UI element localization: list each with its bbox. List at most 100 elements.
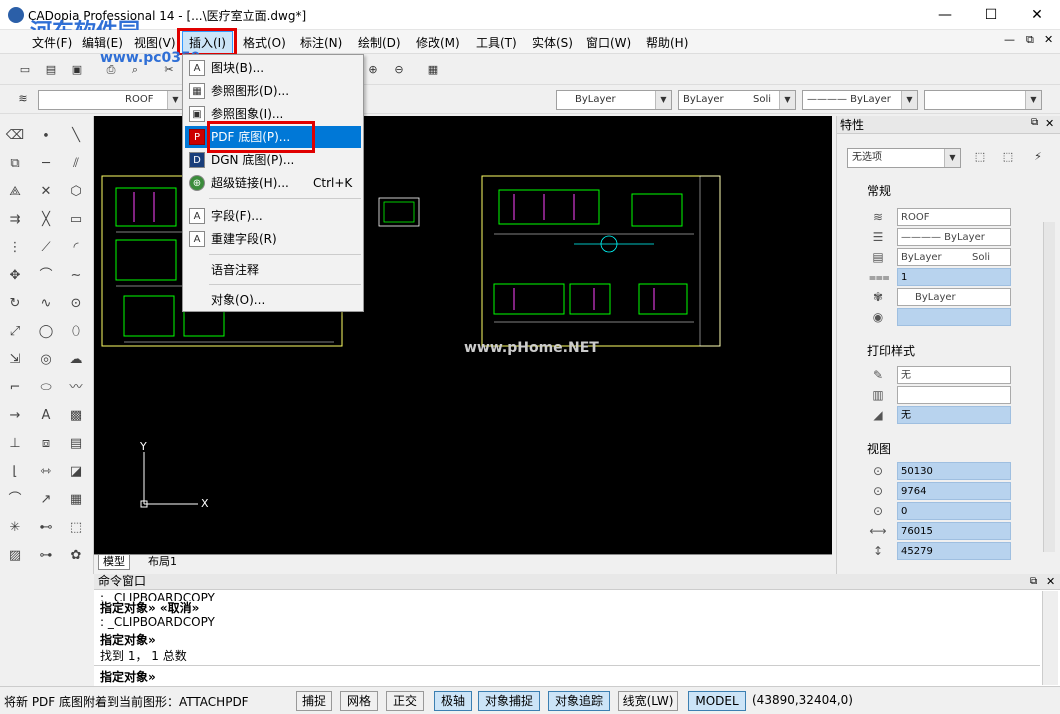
linetype-combo[interactable]: ByLayer Soli ▼ — [678, 90, 796, 110]
scale-icon[interactable]: ⤢ — [5, 322, 25, 342]
plotstyle-combo[interactable]: ▼ — [924, 90, 1042, 110]
hatch-icon[interactable]: ▨ — [5, 546, 25, 566]
close-button[interactable]: ✕ — [1014, 0, 1060, 30]
tab-layout1[interactable]: 布局1 — [144, 555, 181, 570]
sketch-icon[interactable]: 〰 — [66, 378, 86, 398]
new-file-icon[interactable]: ▭ — [16, 61, 34, 79]
center-y-field[interactable]: 9764 — [897, 482, 1011, 500]
region-icon[interactable]: ▩ — [66, 406, 86, 426]
table-icon[interactable]: ▦ — [66, 490, 86, 510]
copy-icon[interactable]: ⧉ — [5, 154, 25, 174]
mtext-icon[interactable]: ▤ — [66, 434, 86, 454]
mirror-icon[interactable]: ⟁ — [5, 182, 25, 202]
osnap-toggle[interactable]: 对象捕捉 — [478, 691, 540, 711]
extend-icon[interactable]: → — [5, 406, 25, 426]
maximize-button[interactable]: ☐ — [968, 0, 1014, 30]
arc-3pt-icon[interactable]: ◜ — [66, 238, 86, 258]
color-field[interactable]: ByLayer — [897, 288, 1011, 306]
menu-item-regen-field[interactable]: A 重建字段(R) — [185, 228, 361, 250]
arc-icon[interactable]: ⌒ — [36, 266, 56, 286]
stretch-icon[interactable]: ⇲ — [5, 350, 25, 370]
insert-block-icon[interactable]: ⧈ — [36, 434, 56, 454]
multiline-icon[interactable]: ⫽ — [66, 154, 86, 174]
ray-icon[interactable]: ╳ — [36, 210, 56, 230]
selection-combo[interactable]: 无选项 ▼ — [847, 148, 961, 168]
mdi-close-button[interactable]: ✕ — [1044, 33, 1053, 46]
menu-window[interactable]: 窗口(W) — [584, 34, 633, 51]
trim-icon[interactable]: ⌐ — [5, 378, 25, 398]
select-objects-icon[interactable]: ⬚ — [971, 148, 989, 166]
minimize-button[interactable]: — — [922, 0, 968, 30]
center-x-field[interactable]: 50130 — [897, 462, 1011, 480]
wipeout-icon[interactable]: ◪ — [66, 462, 86, 482]
layer-combo[interactable]: ROOF ▼ — [38, 90, 184, 110]
plotstyle-field[interactable]: ByLayer Soli — [897, 248, 1011, 266]
fillet-icon[interactable]: ⌒ — [5, 490, 25, 510]
view-height-field[interactable]: 45279 — [897, 542, 1011, 560]
ellipse-icon[interactable]: ⬭ — [36, 378, 56, 398]
command-window[interactable]: : _CLIPBOARDCOPY 指定对象» «取消» : _CLIPBOARD… — [94, 574, 1060, 686]
properties-scrollbar[interactable] — [1043, 222, 1055, 552]
erase-icon[interactable]: ⌫ — [5, 126, 25, 146]
layer-field[interactable]: ROOF — [897, 208, 1011, 226]
zoom-window-icon[interactable]: ⊖ — [390, 61, 408, 79]
menu-solids[interactable]: 实体(S) — [530, 34, 575, 51]
rotate-icon[interactable]: ↻ — [5, 294, 25, 314]
center-z-field[interactable]: 0 — [897, 502, 1011, 520]
leader-icon[interactable]: ↗ — [36, 490, 56, 510]
offset-icon[interactable]: ⇉ — [5, 210, 25, 230]
panel-restore-icon[interactable]: ⧉ — [1031, 117, 1038, 128]
circle-center-icon[interactable]: ⊙ — [66, 294, 86, 314]
curve-icon[interactable]: ∼ — [66, 266, 86, 286]
menu-item-object[interactable]: 对象(O)... — [185, 289, 361, 311]
move-icon[interactable]: ✥ — [5, 266, 25, 286]
polar-toggle[interactable]: 极轴 — [434, 691, 472, 711]
circle-icon[interactable]: ◯ — [36, 322, 56, 342]
divide-icon[interactable]: ⊶ — [36, 546, 56, 566]
menu-format[interactable]: 格式(O) — [241, 34, 288, 51]
dimension-icon[interactable]: ⇿ — [36, 462, 56, 482]
array-icon[interactable]: ⋮ — [5, 238, 25, 258]
ellipse-arc-icon[interactable]: ⬯ — [66, 322, 86, 342]
print-table-field[interactable] — [897, 386, 1011, 404]
lineweight-toggle[interactable]: 线宽(LW) — [618, 691, 678, 711]
menu-item-field[interactable]: A 字段(F)... — [185, 205, 361, 227]
menu-view[interactable]: 视图(V) — [132, 34, 178, 51]
cloud-icon[interactable]: ✿ — [66, 546, 86, 566]
chamfer-icon[interactable]: ⌊ — [5, 462, 25, 482]
quick-select-icon[interactable]: ⬚ — [999, 148, 1017, 166]
menu-item-voice-note[interactable]: 语音注释 — [185, 259, 361, 281]
snap-toggle[interactable]: 捕捉 — [296, 691, 332, 711]
print-style-field[interactable]: 无 — [897, 366, 1011, 384]
model-toggle[interactable]: MODEL — [688, 691, 746, 711]
save-icon[interactable]: ▣ — [68, 61, 86, 79]
menu-draw[interactable]: 绘制(D) — [356, 34, 403, 51]
open-file-icon[interactable]: ▤ — [42, 61, 60, 79]
mdi-minimize-button[interactable]: — — [1004, 33, 1015, 46]
polygon-icon[interactable]: ⬡ — [66, 182, 86, 202]
otrack-toggle[interactable]: 对象追踪 — [548, 691, 610, 711]
mdi-restore-button[interactable]: ⧉ — [1026, 33, 1034, 47]
menu-edit[interactable]: 编辑(E) — [80, 34, 125, 51]
polyline-icon[interactable]: ⟋ — [36, 238, 56, 258]
measure-icon[interactable]: ⊷ — [36, 518, 56, 538]
layer-manager-icon[interactable]: ≋ — [14, 90, 32, 108]
boundary-icon[interactable]: ⬚ — [66, 518, 86, 538]
donut-icon[interactable]: ◎ — [36, 350, 56, 370]
linetype-field[interactable]: ———— ByLayer — [897, 228, 1011, 246]
diagonal-line-icon[interactable]: ╲ — [66, 126, 86, 146]
point-icon[interactable]: ∙ — [36, 126, 56, 146]
text-icon[interactable]: A — [36, 406, 56, 426]
menu-item-xref-drawing[interactable]: ▦ 参照图形(D)... — [185, 80, 361, 102]
menu-modify[interactable]: 修改(M) — [414, 34, 462, 51]
revcloud-icon[interactable]: ☁ — [66, 350, 86, 370]
grid-toggle[interactable]: 网格 — [340, 691, 378, 711]
rectangle-icon[interactable]: ▭ — [66, 210, 86, 230]
color-combo[interactable]: ByLayer ▼ — [556, 90, 672, 110]
zoom-realtime-icon[interactable]: ⊕ — [364, 61, 382, 79]
command-scrollbar[interactable] — [1042, 591, 1058, 685]
break-icon[interactable]: ⊥ — [5, 434, 25, 454]
tab-model[interactable]: 模型 — [98, 555, 130, 570]
view-width-field[interactable]: 76015 — [897, 522, 1011, 540]
cmd-close-icon[interactable]: ✕ — [1046, 574, 1055, 589]
